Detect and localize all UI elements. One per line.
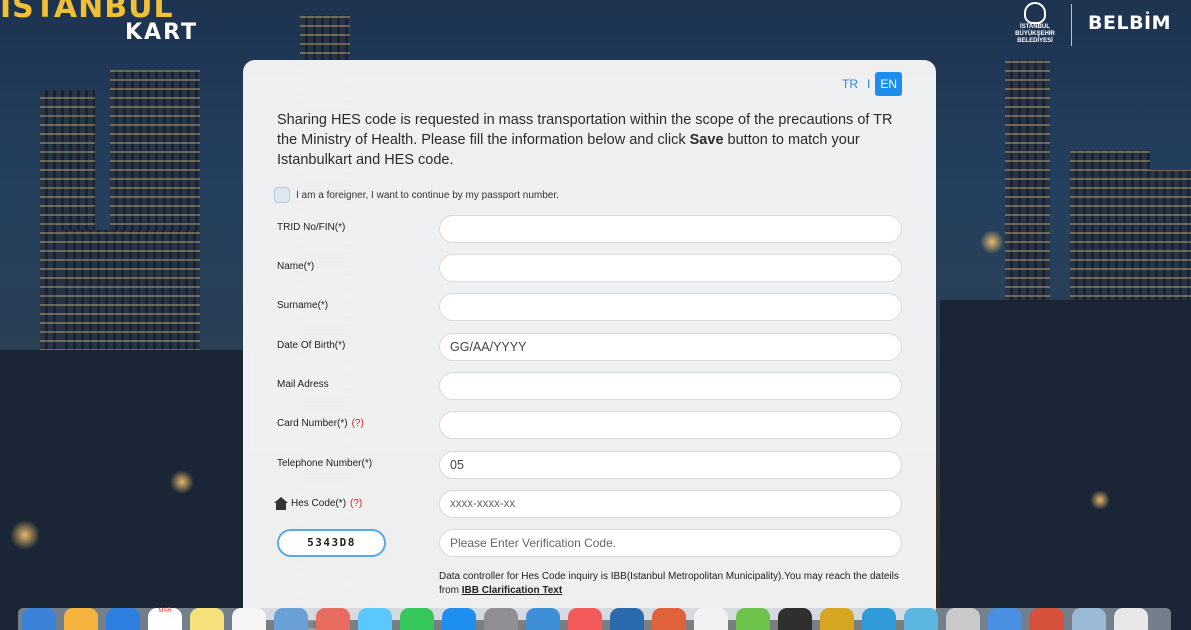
verification-code-input[interactable]: Please Enter Verification Code. bbox=[439, 529, 902, 557]
mail-input[interactable] bbox=[439, 372, 902, 400]
trid-label: TRID No/FIN(*) bbox=[277, 222, 346, 233]
logo-kart-text: KART bbox=[125, 20, 199, 45]
hes-code-help-link[interactable]: (?) bbox=[350, 498, 362, 509]
field-telephone: Telephone Number(*) 05 bbox=[277, 451, 902, 479]
intro-text: Sharing HES code is requested in mass tr… bbox=[277, 112, 893, 168]
telephone-label: Telephone Number(*) bbox=[277, 458, 373, 469]
notes-icon[interactable] bbox=[190, 608, 224, 630]
app-icon[interactable] bbox=[736, 608, 770, 630]
dob-label: Date Of Birth(*) bbox=[277, 340, 346, 351]
field-card-number: Card Number(*) (?) bbox=[277, 411, 902, 439]
document-icon[interactable] bbox=[1072, 608, 1106, 630]
ibb-logo[interactable]: İSTANBUL BÜYÜKŞEHİR BELEDİYESİ bbox=[1005, 2, 1065, 50]
data-controller-note: Data controller for Hes Code inquiry is … bbox=[439, 571, 899, 596]
macos-dock: MAR bbox=[18, 608, 1171, 630]
foreigner-checkbox[interactable] bbox=[274, 187, 290, 203]
lang-separator: I bbox=[866, 77, 871, 91]
foreigner-label: I am a foreigner, I want to continue by … bbox=[296, 189, 559, 201]
finder-icon[interactable] bbox=[22, 608, 56, 630]
lang-tr-link[interactable]: TR bbox=[838, 77, 862, 91]
app-store-icon[interactable] bbox=[442, 608, 476, 630]
card-number-help-link[interactable]: (?) bbox=[352, 418, 364, 429]
surname-label: Surname(*) bbox=[277, 300, 329, 311]
app-icon[interactable] bbox=[610, 608, 644, 630]
card-number-label: Card Number(*) (?) bbox=[277, 418, 364, 429]
photos-icon[interactable] bbox=[316, 608, 350, 630]
hes-form-panel: TR I EN Sharing HES code is requested in… bbox=[243, 60, 936, 620]
ibb-logo-line-3: BELEDİYESİ bbox=[1017, 38, 1053, 44]
field-name: Name(*) bbox=[277, 254, 902, 282]
facetime-icon[interactable] bbox=[400, 608, 434, 630]
foreigner-option[interactable]: I am a foreigner, I want to continue by … bbox=[274, 187, 559, 203]
trid-input[interactable] bbox=[439, 215, 902, 243]
ibb-clarification-link[interactable]: IBB Clarification Text bbox=[462, 585, 562, 596]
app-icon[interactable] bbox=[652, 608, 686, 630]
telephone-input[interactable]: 05 bbox=[439, 451, 902, 479]
app-icon[interactable] bbox=[862, 608, 896, 630]
app-icon[interactable] bbox=[778, 608, 812, 630]
ibb-logo-line-2: BÜYÜKŞEHİR bbox=[1015, 31, 1055, 37]
hes-code-label: Hes Code(*) (?) bbox=[274, 497, 362, 510]
reminders-icon[interactable] bbox=[232, 608, 266, 630]
field-verification: Please Enter Verification Code. bbox=[277, 529, 902, 557]
app-icon[interactable] bbox=[526, 608, 560, 630]
app-icon[interactable] bbox=[988, 608, 1022, 630]
field-hes-code: Hes Code(*) (?) xxxx-xxxx-xx bbox=[274, 490, 902, 518]
preview-icon[interactable] bbox=[274, 608, 308, 630]
contacts-icon[interactable] bbox=[64, 608, 98, 630]
trash-icon[interactable] bbox=[1114, 608, 1148, 630]
name-label: Name(*) bbox=[277, 261, 315, 272]
app-icon[interactable] bbox=[820, 608, 854, 630]
language-switcher: TR I EN bbox=[838, 72, 902, 96]
music-icon[interactable] bbox=[568, 608, 602, 630]
field-trid: TRID No/FIN(*) bbox=[277, 215, 902, 243]
name-input[interactable] bbox=[439, 254, 902, 282]
ibb-emblem-icon bbox=[1024, 2, 1046, 24]
folder-icon[interactable] bbox=[1030, 608, 1064, 630]
field-surname: Surname(*) bbox=[277, 293, 902, 321]
field-date-of-birth: Date Of Birth(*) GG/AA/YYYY bbox=[277, 333, 902, 361]
home-icon bbox=[274, 497, 288, 510]
surname-input[interactable] bbox=[439, 293, 902, 321]
belbim-logo[interactable]: BELBİM bbox=[1088, 12, 1171, 34]
app-icon[interactable] bbox=[904, 608, 938, 630]
calendar-icon[interactable]: MAR bbox=[148, 608, 182, 630]
settings-icon[interactable] bbox=[484, 608, 518, 630]
mail-label: Mail Adress bbox=[277, 379, 329, 390]
card-number-input[interactable] bbox=[439, 411, 902, 439]
app-icon[interactable] bbox=[694, 608, 728, 630]
ibb-logo-line-1: İSTANBUL bbox=[1020, 24, 1050, 30]
dob-input[interactable]: GG/AA/YYYY bbox=[439, 333, 902, 361]
logo-divider bbox=[1071, 4, 1072, 46]
messages-icon[interactable] bbox=[358, 608, 392, 630]
lang-en-button[interactable]: EN bbox=[875, 72, 902, 96]
hes-code-input[interactable]: xxxx-xxxx-xx bbox=[439, 490, 902, 518]
field-mail: Mail Adress bbox=[277, 372, 902, 400]
safari-icon[interactable] bbox=[106, 608, 140, 630]
app-icon[interactable] bbox=[946, 608, 980, 630]
istanbulkart-logo[interactable]: İSTANBUL KART bbox=[0, 0, 200, 50]
